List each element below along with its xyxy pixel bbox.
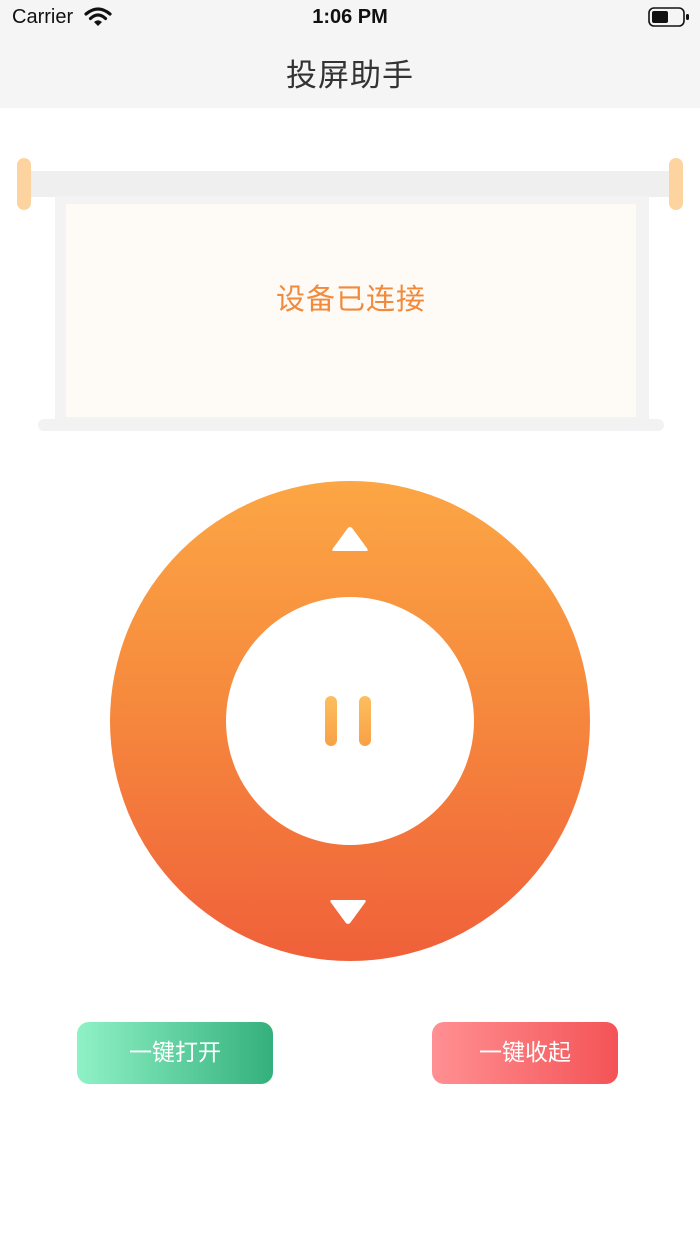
open-all-button[interactable]: 一键打开 (77, 1022, 273, 1084)
pause-icon (359, 696, 371, 746)
status-time: 1:06 PM (312, 6, 388, 28)
projector-roller-cap-right (669, 158, 683, 210)
triangle-up-icon[interactable] (330, 524, 370, 554)
screen-mirroring-page: Carrier 1:06 PM 投屏助手 设备已连接 一键打开 一键收起 (0, 0, 700, 1244)
projector-screen-base (38, 419, 664, 431)
close-all-button[interactable]: 一键收起 (432, 1022, 618, 1084)
top-bar: Carrier 1:06 PM 投屏助手 (0, 0, 700, 108)
projector-roller-bar (22, 171, 678, 197)
triangle-down-icon[interactable] (328, 897, 368, 927)
pause-icon (325, 696, 337, 746)
projector-roller-cap-left (17, 158, 31, 210)
connection-status: 设备已连接 (275, 282, 426, 316)
page-title: 投屏助手 (286, 58, 414, 94)
play-pause-button[interactable] (226, 597, 474, 845)
battery-icon (648, 7, 689, 27)
